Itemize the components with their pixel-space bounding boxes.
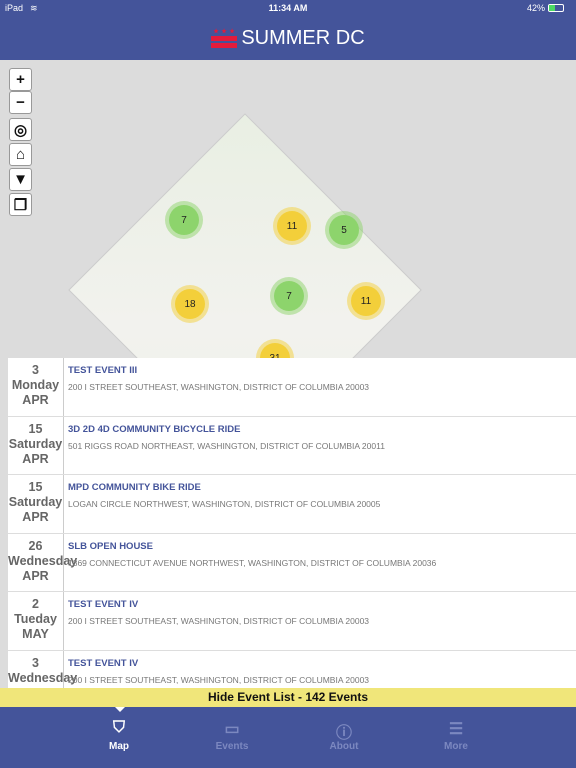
event-day: 15	[28, 480, 43, 494]
layers-button[interactable]: ❐	[9, 193, 32, 216]
event-month: MAY	[22, 627, 49, 641]
tab-label: About	[329, 741, 359, 752]
map-cluster[interactable]: 11	[351, 286, 381, 316]
event-address: LOGAN CIRCLE NORTHWEST, WASHINGTON, DIST…	[68, 499, 381, 509]
dc-boundary	[68, 113, 422, 358]
info-icon: ⓘ	[335, 725, 352, 742]
event-weekday: Saturday	[8, 436, 63, 451]
event-date: 26 Wednesday APR	[8, 533, 78, 591]
event-date: 2 Tueday MAY	[8, 592, 64, 650]
event-day: 15	[28, 421, 43, 436]
tab-about[interactable]: ⓘ About	[314, 719, 374, 752]
event-month: APR	[22, 510, 49, 524]
zoom-out-button[interactable]: −	[9, 91, 32, 114]
event-list[interactable]: 3 Monday APR TEST EVENT III 200 I STREET SOU…	[8, 358, 576, 688]
event-weekday: Wednesday	[8, 553, 78, 568]
event-month: APR	[22, 451, 49, 466]
event-row[interactable]: 3WednesdayMAYTEST EVENT IV 200 I STREET S…	[8, 650, 576, 688]
app-header: ★ ★ ★ SUMMER DC	[0, 16, 576, 60]
app-title: SUMMER DC	[241, 26, 365, 49]
calendar-icon: ▭	[224, 721, 240, 738]
event-row[interactable]: 2 Tueday MAY TEST EVENT IV 200 I STREET SOUT…	[8, 592, 576, 651]
status-bar: iPad ≋ 11:34 AM 42%	[0, 0, 576, 16]
active-tab-indicator	[115, 707, 125, 717]
tab-label: More	[444, 741, 468, 752]
event-day: 3	[32, 655, 39, 670]
locate-button[interactable]: ◎	[9, 118, 32, 141]
tab-bar: ⛉ Map ▭ Events ⓘ About ☰ More	[0, 707, 576, 768]
dc-flag-logo: ★ ★ ★	[211, 28, 238, 48]
event-date: 3 Monday APR	[8, 358, 64, 416]
event-month: APR	[22, 393, 49, 407]
event-address: 501 RIGGS ROAD NORTHEAST, WASHINGTON, DI…	[68, 440, 385, 451]
event-address: 200 I STREET SOUTHEAST, WASHINGTON, DIST…	[68, 616, 370, 626]
clock: 11:34 AM	[268, 3, 308, 13]
tab-label: Events	[215, 741, 249, 752]
map-cluster[interactable]: 18	[175, 289, 205, 319]
battery-percent: 42%	[527, 3, 546, 13]
tab-more[interactable]: ☰ More	[426, 719, 486, 752]
event-address: 1369 CONNECTICUT AVENUE NORTHWEST, WASHI…	[68, 557, 437, 568]
event-row[interactable]: 15 Saturday APR 3D 2D 4D COMMUNITY BICYCLE …	[8, 416, 576, 475]
map-cluster[interactable]: 7	[274, 281, 304, 311]
event-row[interactable]: 26 Wednesday APR SLB OPEN HOUSE 1369 CONNECT…	[8, 533, 576, 592]
tab-map[interactable]: ⛉ Map	[89, 719, 149, 752]
event-address: 200 I STREET SOUTHEAST, WASHINGTON, DIST…	[68, 382, 370, 392]
event-date: 3WednesdayMAY	[8, 650, 78, 688]
event-title[interactable]: TEST EVENT IV	[68, 658, 369, 669]
map-cluster[interactable]: 5	[329, 215, 359, 245]
event-row[interactable]: 3 Monday APR TEST EVENT III 200 I STREET SOU…	[8, 358, 576, 417]
event-day: 3	[32, 363, 39, 377]
hide-event-list-button[interactable]: Hide Event List - 142 Events	[0, 688, 576, 707]
event-month: APR	[22, 568, 49, 583]
event-title[interactable]: SLB OPEN HOUSE	[68, 541, 436, 552]
event-day: 2	[32, 597, 39, 611]
event-day: 26	[28, 538, 43, 553]
zoom-in-button[interactable]: +	[9, 68, 32, 91]
tab-events[interactable]: ▭ Events	[202, 719, 262, 752]
event-title[interactable]: TEST EVENT III	[68, 365, 369, 376]
event-address: 200 I STREET SOUTHEAST, WASHINGTON, DIST…	[68, 674, 370, 685]
map-view[interactable]: + − ◎ ⌂ ▼ ❐ 7 11 5 18 7 11 31	[0, 60, 576, 358]
tab-label: Map	[109, 741, 129, 752]
event-weekday: Wednesday	[8, 670, 78, 685]
event-weekday: Monday	[11, 378, 60, 392]
map-cluster[interactable]: 7	[169, 205, 199, 235]
map-cluster[interactable]: 11	[277, 211, 307, 241]
event-row[interactable]: 15 Saturday APR MPD COMMUNITY BIKE RIDE LOGA…	[8, 475, 576, 534]
filter-button[interactable]: ▼	[9, 168, 32, 191]
event-title[interactable]: TEST EVENT IV	[68, 599, 369, 610]
event-title[interactable]: 3D 2D 4D COMMUNITY BICYCLE RIDE	[68, 424, 385, 435]
event-weekday: Saturday	[8, 495, 63, 509]
event-title[interactable]: MPD COMMUNITY BIKE RIDE	[68, 482, 380, 493]
battery-icon	[548, 4, 564, 12]
map-pin-icon: ⛉	[112, 719, 125, 736]
home-button[interactable]: ⌂	[9, 143, 32, 166]
list-icon: ☰	[448, 721, 464, 738]
event-date: 15 Saturday APR	[8, 416, 64, 474]
event-date: 15 Saturday APR	[8, 475, 64, 533]
event-weekday: Tueday	[14, 612, 57, 626]
